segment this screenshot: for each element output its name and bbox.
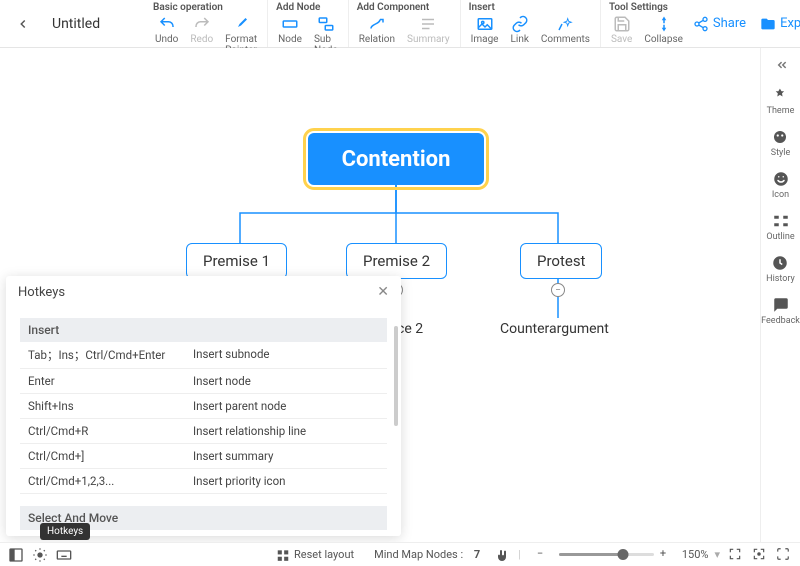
sidebar-theme[interactable]: Theme <box>765 84 797 118</box>
sidebar-icon[interactable]: Icon <box>770 168 792 202</box>
sidebar-collapse-icon[interactable] <box>768 54 794 76</box>
hotkey-row: Ctrl/Cmd+]Insert summary <box>20 444 387 469</box>
statusbar: Reset layout Mind Map Nodes : 7 | − + 15… <box>0 542 800 566</box>
hotkeys-body[interactable]: Insert Tab；Ins；Ctrl/Cmd+EnterInsert subn… <box>6 308 401 536</box>
fullscreen-icon[interactable] <box>776 547 792 563</box>
toolgroup-component: Add Component Relation Summary <box>349 0 461 47</box>
scrollbar[interactable] <box>394 326 398 426</box>
sidebar-history[interactable]: History <box>764 252 797 286</box>
back-button[interactable] <box>14 15 32 33</box>
hotkeys-section-insert: Insert <box>20 318 387 342</box>
zoom-control: − + 150% ▾ <box>537 547 720 563</box>
zoom-in-button[interactable]: + <box>660 547 676 563</box>
zoom-out-button[interactable]: − <box>537 547 553 563</box>
hotkeys-panel: Hotkeys ✕ Insert Tab；Ins；Ctrl/Cmd+EnterI… <box>6 276 401 536</box>
focus-icon[interactable] <box>752 547 768 563</box>
hotkey-row: Shift+InsInsert parent node <box>20 394 387 419</box>
hotkey-row: EnterInsert node <box>20 369 387 394</box>
collapse-toggle-3[interactable]: − <box>551 283 565 297</box>
hotkey-row: Ctrl/Cmd+RInsert relationship line <box>20 419 387 444</box>
root-node[interactable]: Contention <box>308 133 484 185</box>
hotkeys-tooltip: Hotkeys <box>40 523 90 540</box>
node-count: Mind Map Nodes : 7 <box>368 548 486 561</box>
toolbar: Untitled Basic operation Undo Redo Forma… <box>0 0 800 48</box>
layout-icon[interactable] <box>8 547 24 563</box>
toolgroup-addnode: Add Node Node Sub Node <box>268 0 349 47</box>
sidebar-outline[interactable]: Outline <box>764 210 796 244</box>
hotkeys-title: Hotkeys <box>18 285 65 300</box>
toolgroup-settings: Tool Settings Save Collapse <box>601 0 693 47</box>
hotkey-row: Ctrl/Cmd+1,2,3...Insert priority icon <box>20 469 387 494</box>
collapse-button[interactable]: Collapse <box>640 13 687 47</box>
zoom-value: 150% <box>682 548 709 561</box>
keyboard-icon[interactable] <box>56 547 72 563</box>
close-icon[interactable]: ✕ <box>377 284 389 300</box>
sidebar-style[interactable]: Style <box>769 126 793 160</box>
comments-button[interactable]: Comments <box>537 13 594 47</box>
zoom-slider[interactable] <box>559 553 654 556</box>
toolgroup-basic: Basic operation Undo Redo Format Painter <box>145 0 268 47</box>
image-button[interactable]: Image <box>467 13 503 47</box>
sidebar-feedback[interactable]: Feedback <box>759 294 800 328</box>
child-node-1[interactable]: Premise 1 <box>186 243 287 279</box>
brightness-icon[interactable] <box>32 547 48 563</box>
reset-layout-button[interactable]: Reset layout <box>270 548 360 562</box>
relation-button[interactable]: Relation <box>355 13 399 47</box>
hand-icon[interactable] <box>494 547 510 563</box>
leaf-node-3[interactable]: Counterargument <box>500 321 609 337</box>
save-button[interactable]: Save <box>607 13 636 47</box>
hotkey-row: Tab；Ins；Ctrl/Cmd+EnterInsert subnode <box>20 342 387 369</box>
toolgroup-insert: Insert Image Link Comments <box>461 0 601 47</box>
child-node-2[interactable]: Premise 2 <box>346 243 447 279</box>
document-title[interactable]: Untitled <box>52 16 100 32</box>
summary-button[interactable]: Summary <box>403 13 454 47</box>
right-sidebar: Theme Style Icon Outline History Feedbac… <box>760 48 800 542</box>
child-node-3[interactable]: Protest <box>520 243 602 279</box>
export-button[interactable]: Export <box>760 16 800 32</box>
fit-icon[interactable] <box>728 547 744 563</box>
share-button[interactable]: Share <box>693 16 746 32</box>
link-button[interactable]: Link <box>507 13 533 47</box>
